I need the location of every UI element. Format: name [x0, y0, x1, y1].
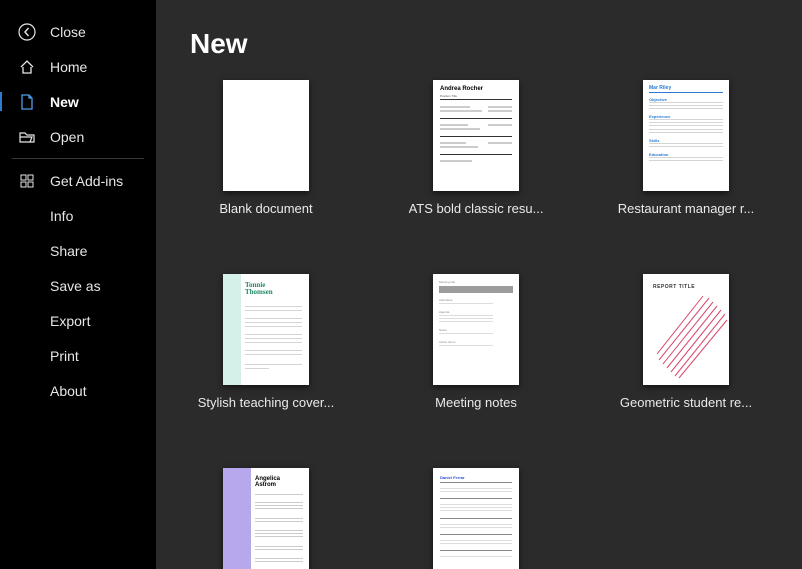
template-thumbnail: Meeting title Attendees Agenda Notes Act… — [433, 274, 519, 385]
template-stylish-teaching[interactable]: TonnieThomsen Stylish teaching cover... — [190, 274, 342, 410]
sidebar-separator — [12, 158, 144, 159]
template-caption: Stylish teaching cover... — [198, 395, 335, 410]
sidebar-item-print[interactable]: Print — [0, 338, 156, 373]
new-document-icon — [18, 93, 36, 111]
sidebar-item-label: Save as — [50, 278, 101, 294]
template-resume-internal[interactable]: Daniel Ferrar Resume for internal c... — [400, 468, 552, 569]
sidebar-item-home[interactable]: Home — [0, 49, 156, 84]
sidebar-item-about[interactable]: About — [0, 373, 156, 408]
template-restaurant-manager[interactable]: Mar Riley Objective Experience Skills Ed… — [610, 80, 762, 216]
sidebar-item-label: Share — [50, 243, 87, 259]
template-caption: Meeting notes — [435, 395, 517, 410]
sidebar-item-info[interactable]: Info — [0, 198, 156, 233]
template-ats-resume[interactable]: Andrea Rocher Position Title ATS bold cl… — [400, 80, 552, 216]
back-arrow-icon — [18, 23, 36, 41]
template-thumbnail: AngelicaAstrom — [223, 468, 309, 569]
sidebar-item-label: Open — [50, 129, 84, 145]
template-thumbnail: Daniel Ferrar — [433, 468, 519, 569]
sidebar-item-share[interactable]: Share — [0, 233, 156, 268]
template-thumbnail: REPORT TITLE — [643, 274, 729, 385]
template-modern-uiux[interactable]: AngelicaAstrom Modern UI/UX desig... — [190, 468, 342, 569]
sidebar-item-label: Info — [50, 208, 73, 224]
template-thumbnail: TonnieThomsen — [223, 274, 309, 385]
sidebar-item-label: Export — [50, 313, 90, 329]
sidebar-item-new[interactable]: New — [0, 84, 156, 119]
sidebar-item-label: Get Add-ins — [50, 173, 123, 189]
template-caption: Blank document — [219, 201, 312, 216]
sidebar-item-label: New — [50, 94, 79, 110]
folder-open-icon — [18, 128, 36, 146]
sidebar-item-label: Home — [50, 59, 87, 75]
template-caption: Geometric student re... — [620, 395, 752, 410]
sidebar-item-close[interactable]: Close — [0, 14, 156, 49]
sidebar-item-open[interactable]: Open — [0, 119, 156, 154]
addins-grid-icon — [18, 172, 36, 190]
sidebar-item-addins[interactable]: Get Add-ins — [0, 163, 156, 198]
template-thumbnail: Mar Riley Objective Experience Skills Ed… — [643, 80, 729, 191]
sidebar-item-label: Close — [50, 24, 86, 40]
sidebar-item-saveas[interactable]: Save as — [0, 268, 156, 303]
template-meeting-notes[interactable]: Meeting title Attendees Agenda Notes Act… — [400, 274, 552, 410]
template-thumbnail: Andrea Rocher Position Title — [433, 80, 519, 191]
template-caption: ATS bold classic resu... — [409, 201, 544, 216]
page-title: New — [190, 28, 802, 60]
template-blank-document[interactable]: Blank document — [190, 80, 342, 216]
template-geometric-student[interactable]: REPORT TITLE Geometric student re... — [610, 274, 762, 410]
main-content: New Blank document Andrea Rocher Positio… — [156, 0, 802, 569]
template-grid: Blank document Andrea Rocher Position Ti… — [190, 78, 802, 569]
backstage-sidebar: Close Home New Open Get Add-ins Info Sha… — [0, 0, 156, 569]
sidebar-item-export[interactable]: Export — [0, 303, 156, 338]
template-caption: Restaurant manager r... — [618, 201, 755, 216]
sidebar-item-label: About — [50, 383, 87, 399]
template-thumbnail — [223, 80, 309, 191]
sidebar-item-label: Print — [50, 348, 79, 364]
home-icon — [18, 58, 36, 76]
